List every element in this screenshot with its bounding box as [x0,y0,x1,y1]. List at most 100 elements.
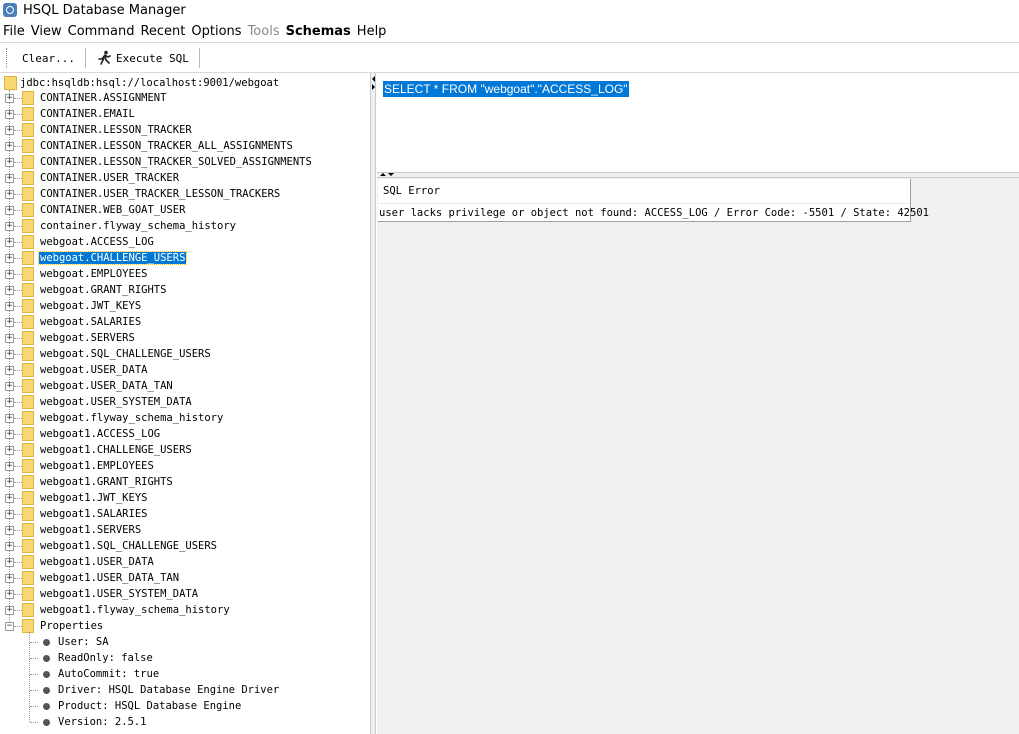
table-name[interactable]: webgoat.GRANT_RIGHTS [39,284,167,296]
tree-item[interactable]: + webgoat.USER_DATA [0,362,370,378]
execute-sql-button[interactable]: Execute SQL [90,47,195,69]
expand-icon[interactable]: + [5,157,14,167]
table-name[interactable]: CONTAINER.LESSON_TRACKER_ALL_ASSIGNMENTS [39,140,294,152]
collapse-down-icon[interactable] [388,173,394,176]
menu-command[interactable]: Command [65,24,138,39]
expand-icon[interactable]: + [5,413,14,423]
tree-item[interactable]: + CONTAINER.EMAIL [0,106,370,122]
tree-item[interactable]: + webgoat1.JWT_KEYS [0,490,370,506]
expand-icon[interactable]: + [5,525,14,535]
tree-item[interactable]: + CONTAINER.USER_TRACKER [0,170,370,186]
tree-item[interactable]: + webgoat1.ACCESS_LOG [0,426,370,442]
expand-icon[interactable]: + [5,317,14,327]
tree-item[interactable]: + webgoat1.SALARIES [0,506,370,522]
expand-icon[interactable]: + [5,173,14,183]
table-name[interactable]: webgoat.SALARIES [39,316,142,328]
tree-item[interactable]: + webgoat.SERVERS [0,330,370,346]
expand-icon[interactable]: + [5,205,14,215]
expand-icon[interactable]: + [5,141,14,151]
table-name[interactable]: webgoat1.SALARIES [39,508,148,520]
menu-options[interactable]: Options [188,24,244,39]
menu-schemas[interactable]: Schemas [283,24,354,39]
table-name[interactable]: CONTAINER.USER_TRACKER_LESSON_TRACKERS [39,188,281,200]
property-item[interactable]: Product: HSQL Database Engine [0,698,370,714]
table-name[interactable]: CONTAINER.ASSIGNMENT [39,92,167,104]
property-item[interactable]: Driver: HSQL Database Engine Driver [0,682,370,698]
expand-icon[interactable]: + [5,397,14,407]
collapse-up-icon[interactable] [380,173,386,176]
sql-query-text[interactable]: SELECT * FROM "webgoat"."ACCESS_LOG" [383,81,629,97]
expand-icon[interactable]: + [5,301,14,311]
property-item[interactable]: ReadOnly: false [0,650,370,666]
table-name[interactable]: webgoat1.SERVERS [39,524,142,536]
expand-icon[interactable]: + [5,509,14,519]
expand-icon[interactable]: + [5,253,14,263]
property-item[interactable]: AutoCommit: true [0,666,370,682]
toolbar-grip[interactable] [6,48,8,68]
tree-root[interactable]: jdbc:hsqldb:hsql://localhost:9001/webgoa… [4,75,279,91]
expand-icon[interactable]: + [5,349,14,359]
tree-item[interactable]: + CONTAINER.LESSON_TRACKER_ALL_ASSIGNMENT… [0,138,370,154]
tree-item[interactable]: + webgoat.USER_SYSTEM_DATA [0,394,370,410]
menu-help[interactable]: Help [354,24,390,39]
collapse-left-icon[interactable] [372,76,375,82]
result-column-header[interactable]: SQL Error [378,179,910,204]
table-name[interactable]: webgoat1.GRANT_RIGHTS [39,476,174,488]
expand-icon[interactable]: + [5,541,14,551]
expand-icon[interactable]: + [5,333,14,343]
tree-item[interactable]: + CONTAINER.ASSIGNMENT [0,90,370,106]
sql-editor[interactable]: SELECT * FROM "webgoat"."ACCESS_LOG" [377,73,1019,172]
result-cell[interactable]: user lacks privilege or object not found… [378,204,929,221]
result-table[interactable]: SQL Error user lacks privilege or object… [378,179,929,222]
tree-item[interactable]: + webgoat.ACCESS_LOG [0,234,370,250]
expand-icon[interactable]: + [5,461,14,471]
expand-icon[interactable]: + [5,221,14,231]
expand-icon[interactable]: + [5,125,14,135]
expand-icon[interactable]: + [5,237,14,247]
table-name[interactable]: webgoat.ACCESS_LOG [39,236,155,248]
tree-item[interactable]: + webgoat.GRANT_RIGHTS [0,282,370,298]
tree-item[interactable]: + webgoat.SQL_CHALLENGE_USERS [0,346,370,362]
table-name[interactable]: CONTAINER.WEB_GOAT_USER [39,204,186,216]
collapse-icon[interactable]: − [5,621,14,631]
tree-item[interactable]: + webgoat1.CHALLENGE_USERS [0,442,370,458]
table-name[interactable]: webgoat1.EMPLOYEES [39,460,155,472]
table-name[interactable]: webgoat1.CHALLENGE_USERS [39,444,193,456]
table-name[interactable]: webgoat.USER_DATA_TAN [39,380,174,392]
tree-item[interactable]: + webgoat.SALARIES [0,314,370,330]
expand-icon[interactable]: + [5,365,14,375]
menu-file[interactable]: File [0,24,28,39]
table-name[interactable]: webgoat1.SQL_CHALLENGE_USERS [39,540,218,552]
menu-recent[interactable]: Recent [137,24,188,39]
expand-icon[interactable]: + [5,557,14,567]
table-name[interactable]: webgoat.USER_DATA [39,364,148,376]
tree-item[interactable]: + CONTAINER.USER_TRACKER_LESSON_TRACKERS [0,186,370,202]
tree-item[interactable]: + webgoat1.USER_DATA_TAN [0,570,370,586]
tree-item[interactable]: + webgoat1.flyway_schema_history [0,602,370,618]
property-item[interactable]: Version: 2.5.1 [0,714,370,730]
tree-item[interactable]: + webgoat1.SERVERS [0,522,370,538]
table-name[interactable]: CONTAINER.EMAIL [39,108,136,120]
table-name[interactable]: CONTAINER.LESSON_TRACKER_SOLVED_ASSIGNME… [39,156,313,168]
table-name[interactable]: webgoat.EMPLOYEES [39,268,148,280]
schema-tree[interactable]: jdbc:hsqldb:hsql://localhost:9001/webgoa… [0,73,370,734]
expand-icon[interactable]: + [5,109,14,119]
table-name[interactable]: webgoat.SERVERS [39,332,136,344]
table-name[interactable]: CONTAINER.LESSON_TRACKER [39,124,193,136]
expand-icon[interactable]: + [5,573,14,583]
tree-item[interactable]: + webgoat1.USER_DATA [0,554,370,570]
table-name[interactable]: webgoat.SQL_CHALLENGE_USERS [39,348,212,360]
expand-icon[interactable]: + [5,285,14,295]
properties-label[interactable]: Properties [39,620,104,632]
tree-item[interactable]: + webgoat1.GRANT_RIGHTS [0,474,370,490]
expand-icon[interactable]: + [5,477,14,487]
tree-item[interactable]: + CONTAINER.WEB_GOAT_USER [0,202,370,218]
expand-icon[interactable]: + [5,381,14,391]
table-name[interactable]: webgoat.USER_SYSTEM_DATA [39,396,193,408]
vertical-splitter[interactable] [370,73,376,734]
expand-icon[interactable]: + [5,189,14,199]
table-name[interactable]: webgoat1.USER_DATA_TAN [39,572,180,584]
table-name[interactable]: webgoat1.flyway_schema_history [39,604,231,616]
expand-icon[interactable]: + [5,429,14,439]
clear-button[interactable]: Clear... [16,47,81,69]
